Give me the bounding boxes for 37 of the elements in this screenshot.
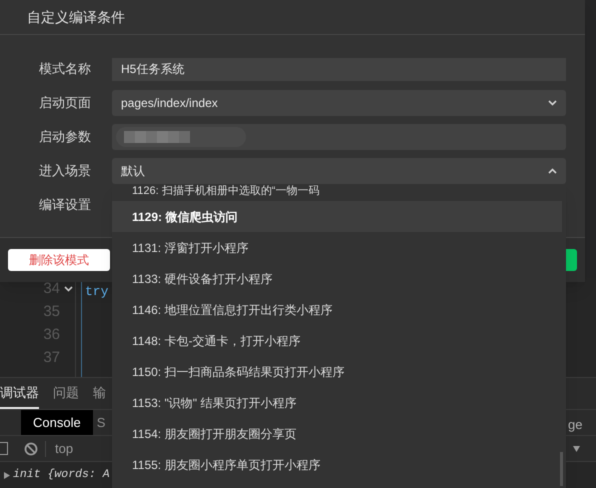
caret-down-icon [548, 100, 557, 106]
log-text: init {words: A [13, 467, 110, 484]
delete-button[interactable]: 删除该模式 [8, 249, 110, 271]
dropdown-option[interactable]: 1150: 扫一扫商品条码结果页打开小程序 [112, 356, 566, 387]
text-field[interactable]: H5任务系统 [112, 58, 566, 80]
panel-tab[interactable]: Console [21, 410, 93, 435]
dropdown-option[interactable]: 1154: 朋友圈打开朋友圈分享页 [112, 418, 566, 449]
clear-icon[interactable] [24, 442, 38, 456]
field-label: 模式名称 [39, 60, 92, 78]
devtools-tab[interactable]: 输 [93, 379, 106, 409]
caret-up-icon [548, 168, 557, 174]
code-text: try [85, 284, 108, 299]
dropdown-option[interactable]: 1131: 浮窗打开小程序 [112, 232, 566, 263]
tab-text: ge [568, 416, 582, 434]
caret-down-icon[interactable] [573, 446, 580, 452]
dropdown-option[interactable]: 1146: 地理位置信息打开出行类小程序 [112, 294, 566, 325]
dropdown-option[interactable]: 1148: 卡包-交通卡，打开小程序 [112, 325, 566, 356]
checkbox-icon[interactable] [0, 442, 8, 455]
context-selector[interactable]: top [55, 438, 74, 458]
expand-icon[interactable] [4, 472, 10, 478]
dropdown-option[interactable]: 1126: 扫描手机相册中选取的“一物一码 [112, 184, 566, 201]
field-label: 启动参数 [39, 128, 92, 146]
field-label: 启动页面 [39, 94, 92, 112]
field-label: 进入场景 [39, 162, 92, 180]
scrollbar[interactable] [560, 452, 563, 486]
select-field[interactable]: pages/index/index [112, 90, 566, 116]
select-field[interactable]: 默认 [112, 158, 566, 184]
input-field[interactable] [112, 124, 566, 150]
dropdown-option[interactable]: 1129: 微信爬虫访问 [112, 201, 562, 232]
field-label: 编译设置 [39, 196, 92, 214]
dialog-title: 自定义编译条件 [27, 8, 125, 26]
dropdown-option[interactable]: 1153: "识物" 结果页打开小程序 [112, 387, 566, 418]
panel-tab[interactable]: S [92, 410, 106, 435]
dropdown-option[interactable]: 1133: 硬件设备打开小程序 [112, 263, 566, 294]
fold-icon [64, 286, 73, 292]
devtools-tab[interactable]: 问题 [53, 379, 79, 409]
dropdown-option[interactable]: 1155: 朋友圈小程序单页打开小程序 [112, 449, 566, 480]
